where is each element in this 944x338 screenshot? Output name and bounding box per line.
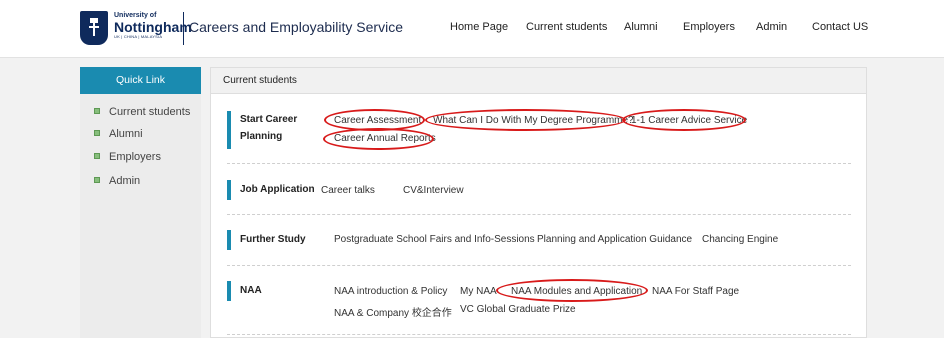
link-naa-company[interactable]: NAA & Company 校企合作 [334,304,452,319]
link-naa-modules-application[interactable]: NAA Modules and Application [511,286,642,297]
link-vc-global-graduate-prize[interactable]: VC Global Graduate Prize [460,304,576,315]
section-divider [227,214,851,215]
sidebar-item-label: Admin [109,175,141,187]
nav-home-page[interactable]: Home Page [450,21,508,33]
university-logo-text[interactable]: University of Nottingham UK | CHINA | MA… [114,12,192,40]
sidebar-item-label: Employers [109,151,161,163]
nav-admin[interactable]: Admin [756,21,787,33]
link-postgraduate-school-fairs[interactable]: Postgraduate School Fairs and Info-Sessi… [334,234,535,245]
bullet-icon [94,177,100,183]
university-crest-icon[interactable] [80,11,108,45]
section-accent-bar [227,230,231,250]
section-accent-bar [227,111,231,149]
section-title-naa: NAA [240,285,262,296]
link-chancing-engine[interactable]: Chancing Engine [702,234,778,245]
section-divider [227,163,851,164]
link-career-assessment[interactable]: Career Assessment [334,115,421,126]
nav-alumni[interactable]: Alumni [624,21,658,33]
link-my-naa[interactable]: My NAA [460,286,497,297]
section-accent-bar [227,180,231,200]
logo-name-text: Nottingham [114,19,192,35]
bullet-icon [94,130,100,136]
sidebar-item-current-students[interactable]: Current students [94,106,190,118]
link-career-advice-service[interactable]: 1-1 Career Advice Service [631,115,747,126]
nav-employers[interactable]: Employers [683,21,735,33]
nav-current-students[interactable]: Current students [526,21,607,33]
sidebar-item-label: Current students [109,106,191,118]
sidebar-item-label: Alumni [109,128,143,140]
link-planning-application-guidance[interactable]: Planning and Application Guidance [537,234,692,245]
logo-divider [183,12,184,45]
link-career-talks[interactable]: Career talks [321,185,375,196]
link-career-annual-reports[interactable]: Career Annual Reports [334,133,436,144]
site-title[interactable]: Careers and Employability Service [189,19,403,35]
quick-link-title: Quick Link [80,67,201,94]
section-divider [227,334,851,335]
nav-contact-us[interactable]: Contact US [812,21,868,33]
tree-icon [89,18,99,36]
link-naa-for-staff-page[interactable]: NAA For Staff Page [652,286,739,297]
link-naa-introduction-policy[interactable]: NAA introduction & Policy [334,286,447,297]
section-title-planning: Planning [240,131,283,142]
link-cv-interview[interactable]: CV&Interview [403,185,464,196]
section-title-job-application: Job Application [240,184,315,195]
section-title-further-study: Further Study [240,234,306,245]
sidebar-item-admin[interactable]: Admin [94,175,140,187]
content-heading: Current students [210,67,867,94]
section-title-start-career: Start Career [240,114,298,125]
section-accent-bar [227,281,231,301]
sidebar-item-alumni[interactable]: Alumni [94,128,143,140]
link-what-can-i-do-with-my-degree[interactable]: What Can I Do With My Degree Programme? [433,115,634,126]
sidebar-item-employers[interactable]: Employers [94,151,161,163]
content-panel [210,67,867,338]
bullet-icon [94,108,100,114]
section-divider [227,265,851,266]
bullet-icon [94,153,100,159]
